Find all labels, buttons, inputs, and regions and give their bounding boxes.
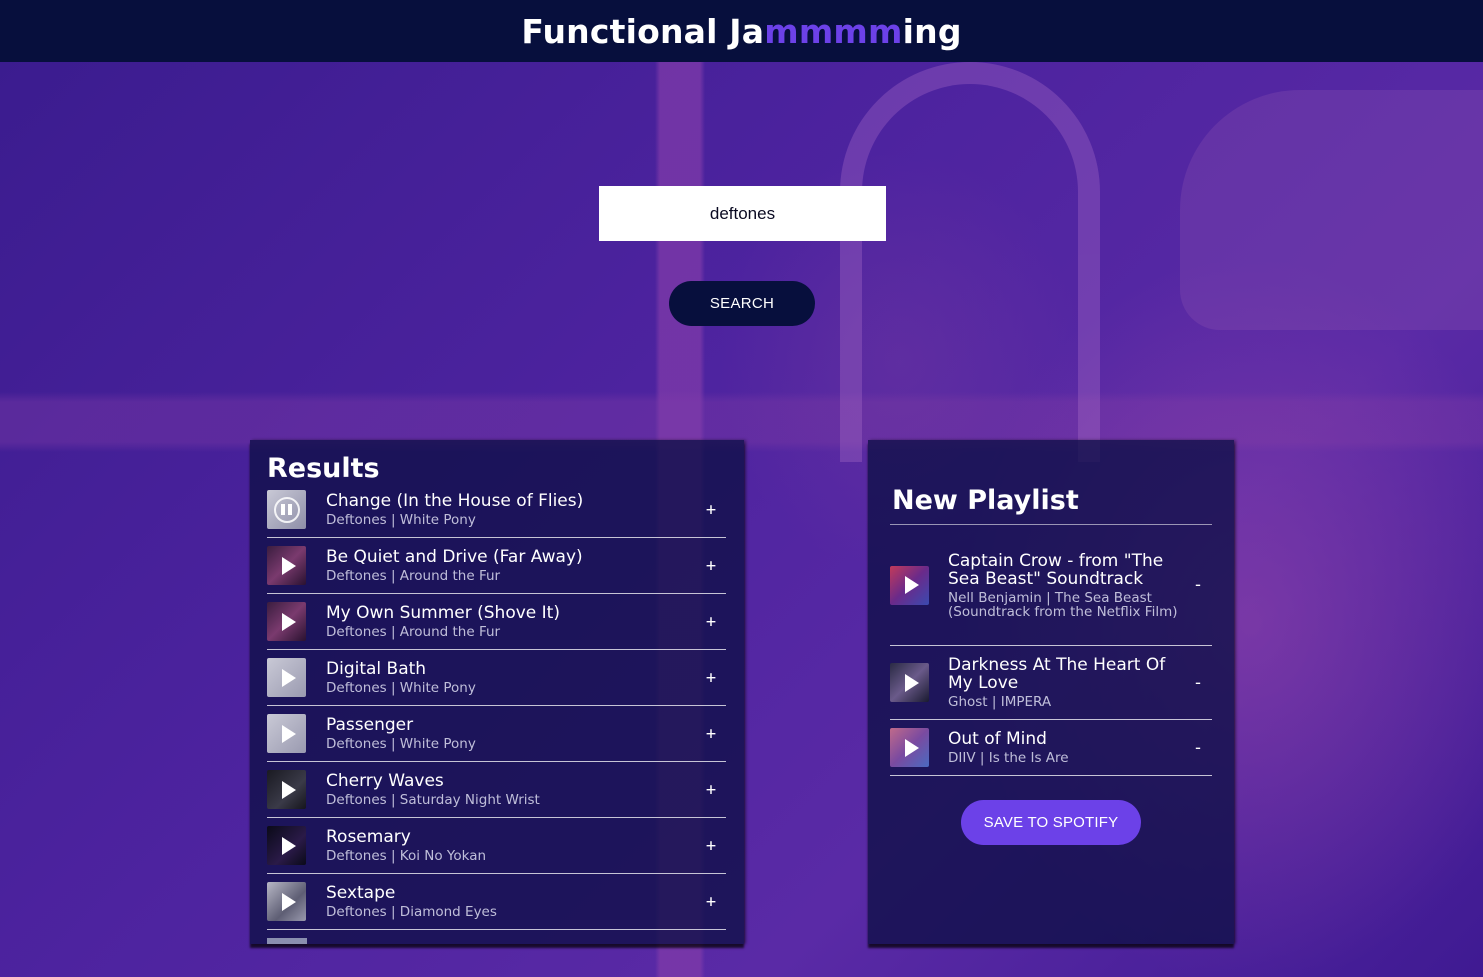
app-header: Functional Jammmming	[0, 0, 1483, 62]
app-title-part1: Functional Ja	[521, 11, 765, 51]
next-album-art-partial	[267, 938, 307, 944]
track-info: Darkness At The Heart Of My Love Ghost |…	[948, 656, 1184, 709]
search-button[interactable]: SEARCH	[669, 281, 815, 326]
track-meta: Deftones | White Pony	[326, 512, 476, 528]
play-icon	[904, 738, 919, 757]
track-name: Cherry Waves	[326, 771, 444, 791]
track-info: Captain Crow - from "The Sea Beast" Soun…	[948, 552, 1184, 619]
track-info: Digital Bath Deftones | White Pony	[326, 660, 696, 695]
track-name: Out of Mind	[948, 729, 1047, 749]
playlist-title[interactable]: New Playlist	[892, 485, 1079, 516]
track-name: Darkness At The Heart Of My Love	[948, 655, 1166, 693]
track-name: Sextape	[326, 883, 396, 903]
add-track-button[interactable]: +	[696, 500, 726, 520]
pause-icon	[273, 496, 300, 523]
play-icon	[281, 892, 296, 911]
play-icon	[904, 576, 919, 594]
playlist-track: Darkness At The Heart Of My Love Ghost |…	[890, 646, 1212, 720]
album-art[interactable]	[890, 663, 929, 702]
play-icon	[281, 836, 296, 855]
add-track-button[interactable]: +	[696, 556, 726, 576]
playlist-panel: New Playlist Captain Crow - from "The Se…	[868, 440, 1234, 944]
track-name: Change (In the House of Flies)	[326, 491, 584, 511]
album-art[interactable]	[267, 826, 306, 865]
playlist-track: Captain Crow - from "The Sea Beast" Soun…	[890, 525, 1212, 646]
track-name: Rosemary	[326, 827, 411, 847]
album-art[interactable]	[267, 882, 306, 921]
results-title: Results	[267, 453, 380, 484]
track-meta: Deftones | White Pony	[326, 680, 476, 696]
result-track: Be Quiet and Drive (Far Away) Deftones |…	[267, 538, 726, 594]
results-panel: Results Change (In the House of Flies) D…	[250, 440, 744, 944]
add-track-button[interactable]: +	[696, 892, 726, 912]
track-info: Passenger Deftones | White Pony	[326, 716, 696, 751]
play-icon	[281, 556, 296, 575]
app-title-accent: mmmm	[764, 11, 903, 51]
track-info: Change (In the House of Flies) Deftones …	[326, 492, 696, 527]
track-meta: Nell Benjamin | The Sea Beast (Soundtrac…	[948, 589, 1178, 620]
remove-track-button[interactable]: -	[1184, 673, 1212, 693]
album-art[interactable]	[267, 602, 306, 641]
track-meta: Ghost | IMPERA	[948, 694, 1052, 710]
remove-track-button[interactable]: -	[1184, 575, 1212, 595]
play-icon	[904, 673, 919, 692]
album-art[interactable]	[890, 565, 929, 605]
track-name: Captain Crow - from "The Sea Beast" Soun…	[948, 550, 1164, 589]
album-art[interactable]	[267, 546, 306, 585]
result-track: Digital Bath Deftones | White Pony +	[267, 650, 726, 706]
save-to-spotify-button[interactable]: SAVE TO SPOTIFY	[961, 800, 1141, 845]
album-art[interactable]	[267, 770, 306, 809]
result-track: Change (In the House of Flies) Deftones …	[267, 482, 726, 538]
track-meta: Deftones | Diamond Eyes	[326, 904, 497, 920]
background-headphones	[840, 62, 1100, 462]
album-art[interactable]	[267, 490, 306, 529]
track-meta: Deftones | Around the Fur	[326, 624, 501, 640]
track-name: My Own Summer (Shove It)	[326, 603, 560, 623]
play-icon	[281, 612, 296, 631]
result-track: My Own Summer (Shove It) Deftones | Arou…	[267, 594, 726, 650]
track-info: My Own Summer (Shove It) Deftones | Arou…	[326, 604, 696, 639]
track-info: Be Quiet and Drive (Far Away) Deftones |…	[326, 548, 696, 583]
result-track: Cherry Waves Deftones | Saturday Night W…	[267, 762, 726, 818]
search-input[interactable]	[599, 186, 886, 241]
track-info: Out of Mind DIIV | Is the Is Are	[948, 730, 1184, 765]
album-art[interactable]	[267, 714, 306, 753]
track-name: Digital Bath	[326, 659, 427, 679]
play-icon	[281, 724, 296, 743]
track-meta: Deftones | Koi No Yokan	[326, 848, 487, 864]
track-info: Cherry Waves Deftones | Saturday Night W…	[326, 772, 696, 807]
track-meta: DIIV | Is the Is Are	[948, 750, 1069, 766]
remove-track-button[interactable]: -	[1184, 738, 1212, 758]
result-track: Sextape Deftones | Diamond Eyes +	[267, 874, 726, 930]
track-name: Be Quiet and Drive (Far Away)	[326, 547, 583, 567]
play-icon	[281, 668, 296, 687]
result-track: Rosemary Deftones | Koi No Yokan +	[267, 818, 726, 874]
background-cap	[1180, 90, 1483, 330]
app-title-part2: ing	[902, 11, 962, 51]
add-track-button[interactable]: +	[696, 724, 726, 744]
play-icon	[281, 780, 296, 799]
add-track-button[interactable]: +	[696, 668, 726, 688]
track-meta: Deftones | Around the Fur	[326, 568, 501, 584]
result-track: Passenger Deftones | White Pony +	[267, 706, 726, 762]
playlist-track: Out of Mind DIIV | Is the Is Are -	[890, 720, 1212, 776]
track-info: Rosemary Deftones | Koi No Yokan	[326, 828, 696, 863]
add-track-button[interactable]: +	[696, 612, 726, 632]
album-art[interactable]	[890, 728, 929, 767]
track-name: Passenger	[326, 715, 414, 735]
track-meta: Deftones | White Pony	[326, 736, 476, 752]
track-info: Sextape Deftones | Diamond Eyes	[326, 884, 696, 919]
app-title: Functional Jammmming	[521, 12, 961, 51]
album-art[interactable]	[267, 658, 306, 697]
add-track-button[interactable]: +	[696, 836, 726, 856]
add-track-button[interactable]: +	[696, 780, 726, 800]
track-meta: Deftones | Saturday Night Wrist	[326, 792, 540, 808]
